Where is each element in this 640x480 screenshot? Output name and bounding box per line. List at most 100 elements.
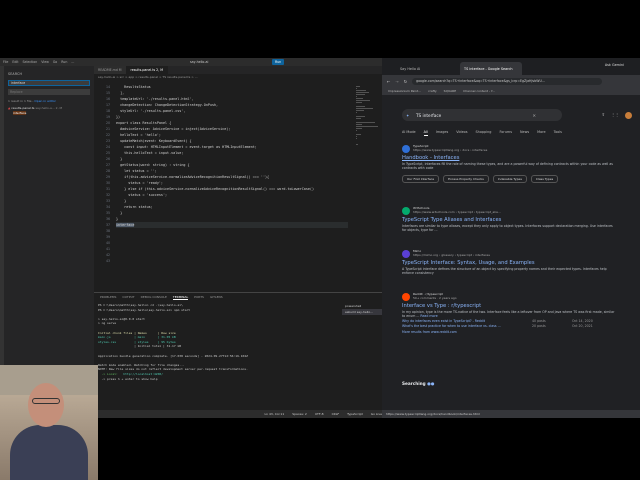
minimap-line: [356, 130, 358, 131]
search-result-file[interactable]: ▲results-panel.ts say-hello-a... 2, M: [8, 106, 90, 110]
browser-tab-google-search[interactable]: TS interface - Google Search: [460, 62, 522, 75]
match-text: interface: [13, 111, 27, 115]
result-url[interactable]: https://www.w3schools.com › typescript ›…: [413, 210, 501, 215]
localhost-link[interactable]: http://localhost:4200/: [123, 372, 163, 376]
minimap-line: [356, 100, 370, 101]
vscode-menu[interactable]: File Edit Selection View Go Run...: [3, 60, 78, 64]
minimap-line: [356, 90, 366, 91]
filter-tab-images[interactable]: Images: [436, 130, 448, 136]
google-search-query[interactable]: TS interface: [416, 113, 441, 118]
panel-tab-output[interactable]: OUTPUT: [122, 295, 134, 299]
bottom-panel: PROBLEMS OUTPUT DEBUG CONSOLE TERMINAL PORTS…: [94, 292, 382, 410]
filter-tab-shopping[interactable]: Shopping: [476, 130, 492, 136]
bookmark-item[interactable]: Impressionism Paint...: [388, 89, 421, 93]
menu-item[interactable]: Go: [53, 60, 57, 64]
menu-item[interactable]: Selection: [23, 60, 38, 64]
searching-text: Searching: [402, 381, 426, 386]
result-snippet: In TypeScript, interfaces fill the role …: [402, 162, 613, 171]
result-url[interactable]: https://www.typescriptlang.org › docs › …: [413, 148, 487, 153]
bookmark-item[interactable]: SQUARE: [444, 89, 457, 93]
minimap-line: [356, 98, 363, 99]
avatar[interactable]: [625, 112, 632, 119]
filter-tab-tools[interactable]: Tools: [554, 130, 562, 136]
terminal-line: -> press h + enter to show help: [98, 376, 158, 381]
bookmark-item[interactable]: Channel content - Y...: [463, 89, 495, 93]
result-title-link[interactable]: TypeScript Type Aliases and Interfaces: [402, 217, 616, 223]
code-editor[interactable]: 14 15 16 17 18 19 20 21 22 23 24 25 26 27 28 29 30 31 32 33…: [94, 80, 382, 292]
result-url[interactable]: https://mimo.org › glossary › typescript…: [413, 253, 490, 258]
status-item[interactable]: TypeScript: [347, 412, 363, 416]
google-search-box[interactable]: ✦ TS interface ✕: [402, 109, 562, 121]
share-icon[interactable]: ⇪: [602, 112, 605, 119]
status-item[interactable]: Go Live: [371, 412, 382, 416]
minimap-line: [356, 118, 361, 119]
tab-results-panel[interactable]: results-panel.ts 2, M: [126, 66, 168, 74]
back-icon[interactable]: ←: [387, 79, 390, 84]
line-numbers: 14 15 16 17 18 19 20 21 22 23 24 25 26 27 28 29 30 31 32 33…: [94, 84, 110, 264]
minimap-line: [356, 136, 357, 137]
status-item[interactable]: CRLF: [332, 412, 340, 416]
highlighted-word[interactable]: interface: [116, 223, 135, 227]
browser-tab-say-hello[interactable]: Say Hello AI: [396, 62, 458, 75]
code-line[interactable]: interface: [116, 222, 348, 228]
sitelink-chip[interactable]: Class Types: [530, 174, 559, 183]
panel-tab-debug-console[interactable]: DEBUG CONSOLE: [141, 295, 167, 299]
code-content[interactable]: ResultsStatus ], templateUrl: './results…: [116, 84, 348, 228]
tab-readme[interactable]: README.md M: [94, 66, 127, 74]
filter-tab-forums[interactable]: Forums: [499, 130, 512, 136]
panel-tab-terminal[interactable]: TERMINAL: [172, 295, 189, 300]
angular-icon: ▲: [8, 106, 11, 110]
webcam-person-glasses: [32, 398, 60, 404]
menu-item[interactable]: Run: [61, 60, 67, 64]
menu-item[interactable]: File: [3, 60, 8, 64]
menu-item[interactable]: ...: [71, 60, 74, 64]
result-title-link[interactable]: TypeScript Interface: Syntax, Usage, and…: [402, 260, 616, 266]
filter-tab-videos[interactable]: Videos: [456, 130, 467, 136]
menu-item[interactable]: Edit: [12, 60, 18, 64]
filter-tab-ai-mode[interactable]: AI Mode: [402, 130, 416, 136]
read-more-link[interactable]: Read more: [420, 314, 437, 318]
replace-input[interactable]: Replace: [8, 89, 90, 95]
sitelink-chip[interactable]: Indexable Types: [492, 174, 527, 183]
terminal-item-esbuild[interactable]: esbuild say-hello...: [342, 309, 382, 315]
loading-dots-icon: ●●: [427, 381, 435, 386]
clear-search-icon[interactable]: ✕: [532, 113, 536, 118]
search-result-match[interactable]: interface: [8, 111, 90, 115]
run-button[interactable]: Run: [272, 59, 285, 65]
search-input[interactable]: interface: [8, 80, 90, 86]
reload-icon[interactable]: ↻: [404, 79, 407, 84]
status-item[interactable]: Ln 43, Col 11: [264, 412, 284, 416]
filter-tab-all[interactable]: All: [423, 130, 428, 136]
open-in-editor-link[interactable]: Open in editor: [34, 99, 55, 103]
sitelink-chip[interactable]: Our First Interface: [402, 174, 440, 183]
minimap-line: [356, 126, 378, 127]
mimo-favicon: [402, 250, 410, 258]
webcam-person-body: [10, 425, 88, 480]
ask-gemini-button[interactable]: Ask Gemini: [605, 63, 624, 67]
sub-result-title[interactable]: What's the best practice for when to use…: [402, 324, 532, 329]
result-snippet: Interfaces are similar to type aliases, …: [402, 224, 613, 233]
status-item[interactable]: UTF-8: [315, 412, 324, 416]
forward-icon[interactable]: →: [395, 79, 398, 84]
panel-tab-problems[interactable]: PROBLEMS: [100, 295, 116, 299]
result-title-link[interactable]: Interface vs Type : r/typescript: [402, 303, 616, 309]
minimap[interactable]: [356, 86, 378, 145]
search-result-mimo: Mimo https://mimo.org › glossary › typesc…: [402, 249, 616, 276]
sub-result-row[interactable]: What's the best practice for when to use…: [402, 324, 616, 329]
panel-tab-gitlens[interactable]: GITLENS: [210, 295, 223, 299]
menu-item[interactable]: View: [41, 60, 49, 64]
address-bar[interactable]: google.com/search?q=TS+interface&oq=TS+i…: [412, 77, 603, 85]
apps-icon[interactable]: ⋮⋮: [611, 112, 619, 119]
filter-tab-more[interactable]: More: [537, 130, 545, 136]
status-item[interactable]: Spaces: 2: [292, 412, 307, 416]
result-title-link[interactable]: Handbook - Interfaces: [402, 155, 616, 161]
bookmark-item[interactable]: crafty: [428, 89, 437, 93]
search-result-typescript: TypeScript https://www.typescriptlang.org…: [402, 144, 616, 183]
minimap-line: [356, 134, 361, 135]
more-results-link[interactable]: More results from www.reddit.com: [402, 330, 616, 334]
panel-tab-ports[interactable]: PORTS: [194, 295, 204, 299]
terminal-output[interactable]: PS C:\Users\matth\say-hello> cd .\say-he…: [98, 303, 342, 381]
sub-result-count: 20 posts: [532, 323, 546, 328]
sitelink-chip[interactable]: Excess Property Checks: [443, 174, 489, 183]
filter-tab-news[interactable]: News: [520, 130, 529, 136]
